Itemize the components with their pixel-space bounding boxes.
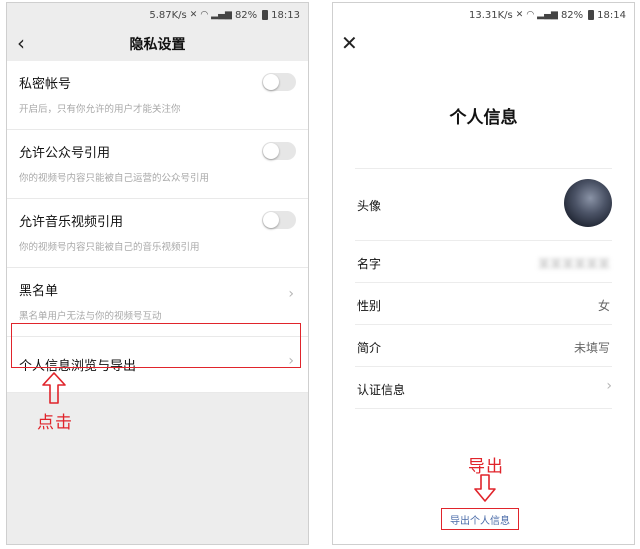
setting-official-account-quote: 允许公众号引用 你的视频号内容只能被自己运营的公众号引用 [7,130,308,199]
chevron-right-icon: › [606,378,612,394]
official-account-quote-toggle[interactable] [262,142,296,160]
setting-description: 你的视频号内容只能被自己的音乐视频引用 [19,242,200,253]
battery-icon [262,10,269,20]
export-personal-info-link[interactable]: 导出个人信息 [441,508,519,530]
status-bar: 13.31K/s ✕ ◠ ▂▄▆ 82% 18:14 [333,3,634,27]
setting-description: 你的视频号内容只能被自己运营的公众号引用 [19,173,210,184]
info-row-verification[interactable]: 认证信息 › [355,367,612,409]
battery-percent: 82% [234,9,258,21]
setting-description: 开启后，只有你允许的用户才能关注你 [19,104,181,115]
clock: 18:13 [271,9,300,21]
mute-icon: ✕ [515,10,524,20]
signal-icon: ▂▄▆ [537,10,558,20]
info-label: 性别 [357,299,382,313]
info-label: 名字 [357,257,382,271]
nav-bar: ✕ [333,27,634,61]
battery-percent: 82% [560,9,584,21]
info-label: 简介 [357,341,382,355]
status-bar: 5.87K/s ✕ ◠ ▂▄▆ 82% 18:13 [7,3,308,27]
info-row-gender[interactable]: 性别 女 [355,283,612,325]
setting-label: 私密帐号 [19,77,72,92]
wifi-icon: ◠ [526,10,535,20]
network-speed: 5.87K/s [149,9,187,21]
setting-label: 允许公众号引用 [19,146,111,161]
avatar[interactable] [564,179,612,227]
nav-bar: ‹ 隐私设置 [7,27,308,61]
signal-icon: ▂▄▆ [211,10,232,20]
info-row-avatar[interactable]: 头像 [355,169,612,241]
click-annotation: 点击 [37,413,73,433]
highlight-box [11,323,301,368]
up-arrow-icon [42,372,66,404]
setting-music-video-quote: 允许音乐视频引用 你的视频号内容只能被自己的音乐视频引用 [7,199,308,268]
info-label: 认证信息 [357,383,406,397]
name-value: 某某某某某某 [537,257,610,271]
down-arrow-icon [474,474,496,502]
bio-value: 未填写 [573,341,610,355]
privacy-settings-screen: 5.87K/s ✕ ◠ ▂▄▆ 82% 18:13 ‹ 隐私设置 私密帐号 开启… [6,2,309,545]
private-account-toggle[interactable] [262,73,296,91]
setting-label: 黑名单 [19,284,59,299]
setting-label: 允许音乐视频引用 [19,215,124,230]
close-icon[interactable]: ✕ [341,31,358,55]
info-row-name[interactable]: 名字 某某某某某某 [355,241,612,283]
wifi-icon: ◠ [200,10,209,20]
chevron-right-icon: › [288,286,294,302]
setting-private-account: 私密帐号 开启后，只有你允许的用户才能关注你 [7,61,308,130]
clock: 18:14 [597,9,626,21]
mute-icon: ✕ [189,10,198,20]
battery-icon [588,10,595,20]
gender-value: 女 [597,299,610,313]
info-label: 头像 [357,199,382,213]
network-speed: 13.31K/s [469,9,513,21]
info-row-bio[interactable]: 简介 未填写 [355,325,612,367]
page-title: 个人信息 [449,108,518,128]
page-title: 隐私设置 [129,37,186,53]
setting-description: 黑名单用户无法与你的视频号互动 [19,311,162,322]
music-video-quote-toggle[interactable] [262,211,296,229]
back-arrow-icon[interactable]: ‹ [17,31,25,55]
